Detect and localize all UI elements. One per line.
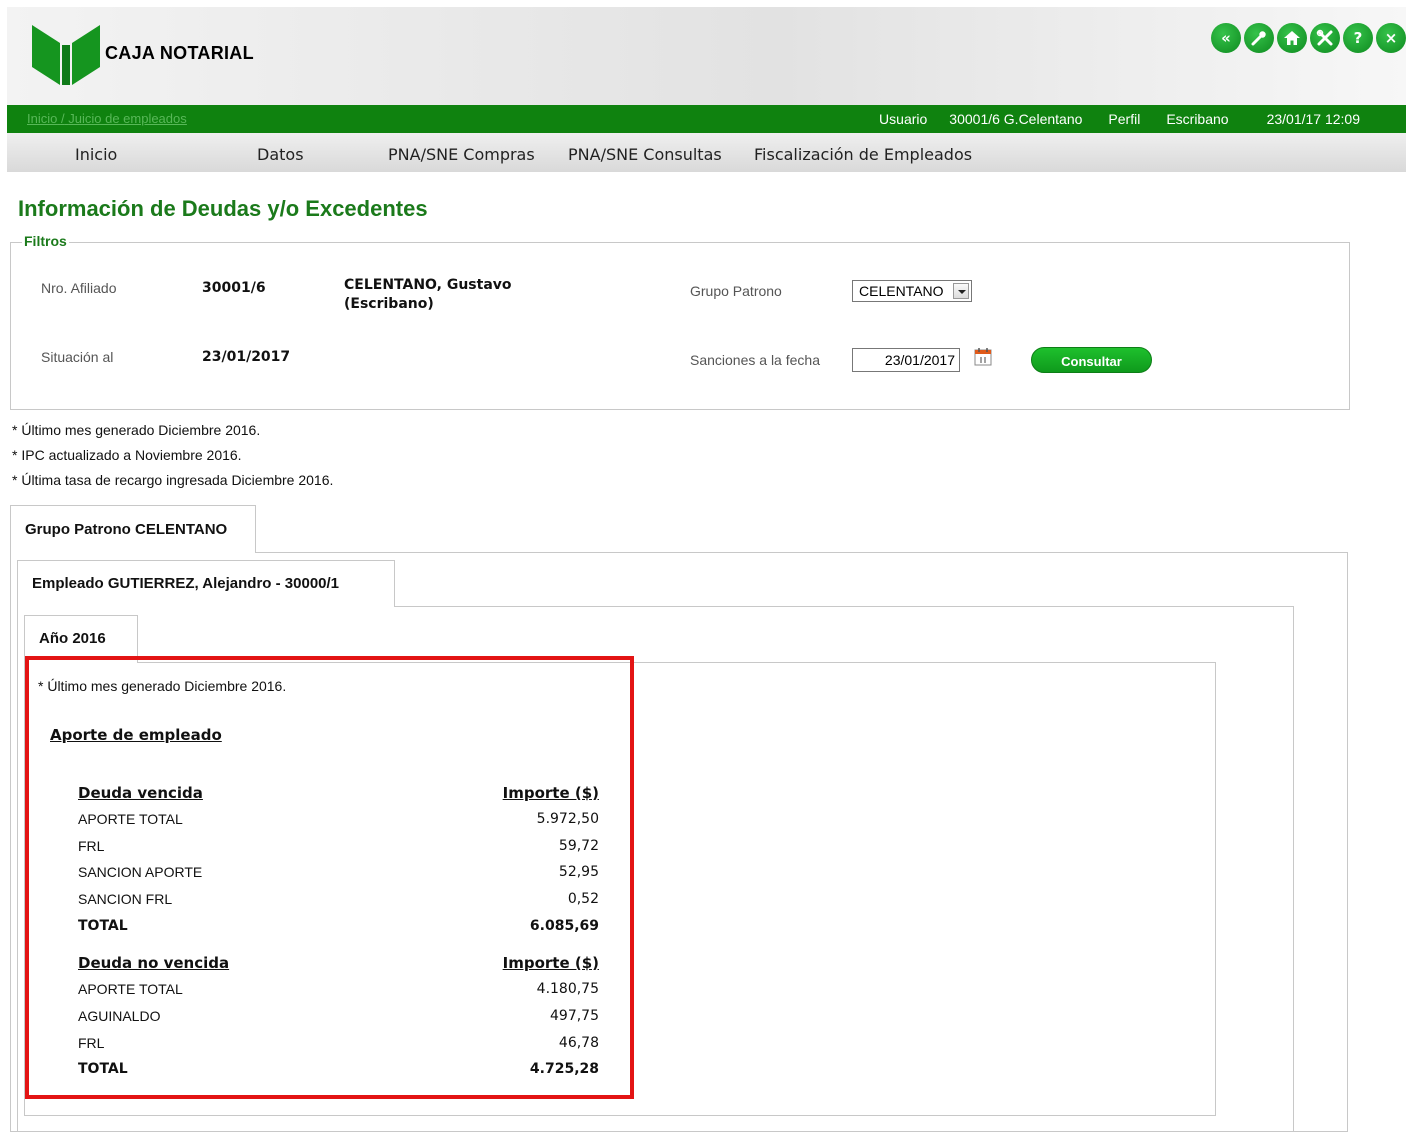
page-title: Información de Deudas y/o Excedentes xyxy=(18,196,428,221)
sanciones-label: Sanciones a la fecha xyxy=(690,352,820,368)
menu-item-datos[interactable]: Datos xyxy=(257,145,304,164)
back-icon[interactable]: « xyxy=(1211,23,1241,53)
filters-fieldset xyxy=(10,242,1350,410)
menu-item-fiscalizacion[interactable]: Fiscalización de Empleados xyxy=(754,145,972,164)
caja-notarial-logo-icon xyxy=(32,25,100,85)
tab-empleado[interactable]: Empleado GUTIERREZ, Alejandro - 30000/1 xyxy=(17,560,395,607)
afiliado-label: Nro. Afiliado xyxy=(41,280,117,296)
grupo-select-value: CELENTANO xyxy=(859,283,944,299)
home-icon[interactable] xyxy=(1277,23,1307,53)
grupo-select[interactable]: CELENTANO xyxy=(852,280,972,302)
header-toolbar: « ? × xyxy=(1211,23,1406,53)
afiliado-name: CELENTANO, Gustavo (Escribano) xyxy=(344,276,512,314)
breadcrumb: Inicio / Juicio de empleados xyxy=(27,111,187,126)
usuario-label: Usuario xyxy=(879,111,928,127)
user-info: Usuario 30001/6 G.Celentano Perfil Escri… xyxy=(853,111,1360,127)
status-bar: Inicio / Juicio de empleados Usuario 300… xyxy=(7,105,1406,133)
main-menu: Inicio Datos PNA/SNE Compras PNA/SNE Con… xyxy=(7,133,1406,172)
tools-icon[interactable] xyxy=(1310,23,1340,53)
afiliado-name-line2: (Escribano) xyxy=(344,296,434,312)
tab-grupo-patrono[interactable]: Grupo Patrono CELENTANO xyxy=(10,505,256,553)
perfil-value: Escribano xyxy=(1166,111,1229,127)
key-icon[interactable] xyxy=(1244,23,1274,53)
menu-item-inicio[interactable]: Inicio xyxy=(75,145,117,164)
close-icon[interactable]: × xyxy=(1376,23,1406,53)
grupo-label: Grupo Patrono xyxy=(690,283,782,299)
breadcrumb-home-link[interactable]: Inicio xyxy=(27,111,57,126)
filters-legend: Filtros xyxy=(22,233,69,249)
chevron-down-icon[interactable] xyxy=(953,283,969,299)
breadcrumb-separator: / xyxy=(60,111,65,126)
datetime: 23/01/17 12:09 xyxy=(1266,111,1360,127)
situacion-label: Situación al xyxy=(41,349,114,365)
menu-item-pna-consultas[interactable]: PNA/SNE Consultas xyxy=(568,145,722,164)
highlight-box xyxy=(25,656,634,1099)
usuario-value: 30001/6 G.Celentano xyxy=(949,111,1083,127)
note-tasa-recargo: * Última tasa de recargo ingresada Dicie… xyxy=(12,472,334,488)
sanciones-date-input[interactable]: 23/01/2017 xyxy=(852,348,960,372)
calendar-icon[interactable] xyxy=(974,347,992,366)
app-header: CAJA NOTARIAL « ? × xyxy=(7,7,1406,105)
help-icon[interactable]: ? xyxy=(1343,23,1373,53)
afiliado-name-line1: CELENTANO, Gustavo xyxy=(344,277,512,293)
note-ipc: * IPC actualizado a Noviembre 2016. xyxy=(12,447,242,463)
menu-item-pna-compras[interactable]: PNA/SNE Compras xyxy=(388,145,535,164)
situacion-value: 23/01/2017 xyxy=(202,349,291,365)
brand-name: CAJA NOTARIAL xyxy=(105,43,254,63)
consultar-button[interactable]: Consultar xyxy=(1031,347,1152,373)
breadcrumb-current-link[interactable]: Juicio de empleados xyxy=(68,111,187,126)
note-ultimo-mes: * Último mes generado Diciembre 2016. xyxy=(12,422,261,438)
perfil-label: Perfil xyxy=(1108,111,1141,127)
afiliado-value: 30001/6 xyxy=(202,280,266,296)
